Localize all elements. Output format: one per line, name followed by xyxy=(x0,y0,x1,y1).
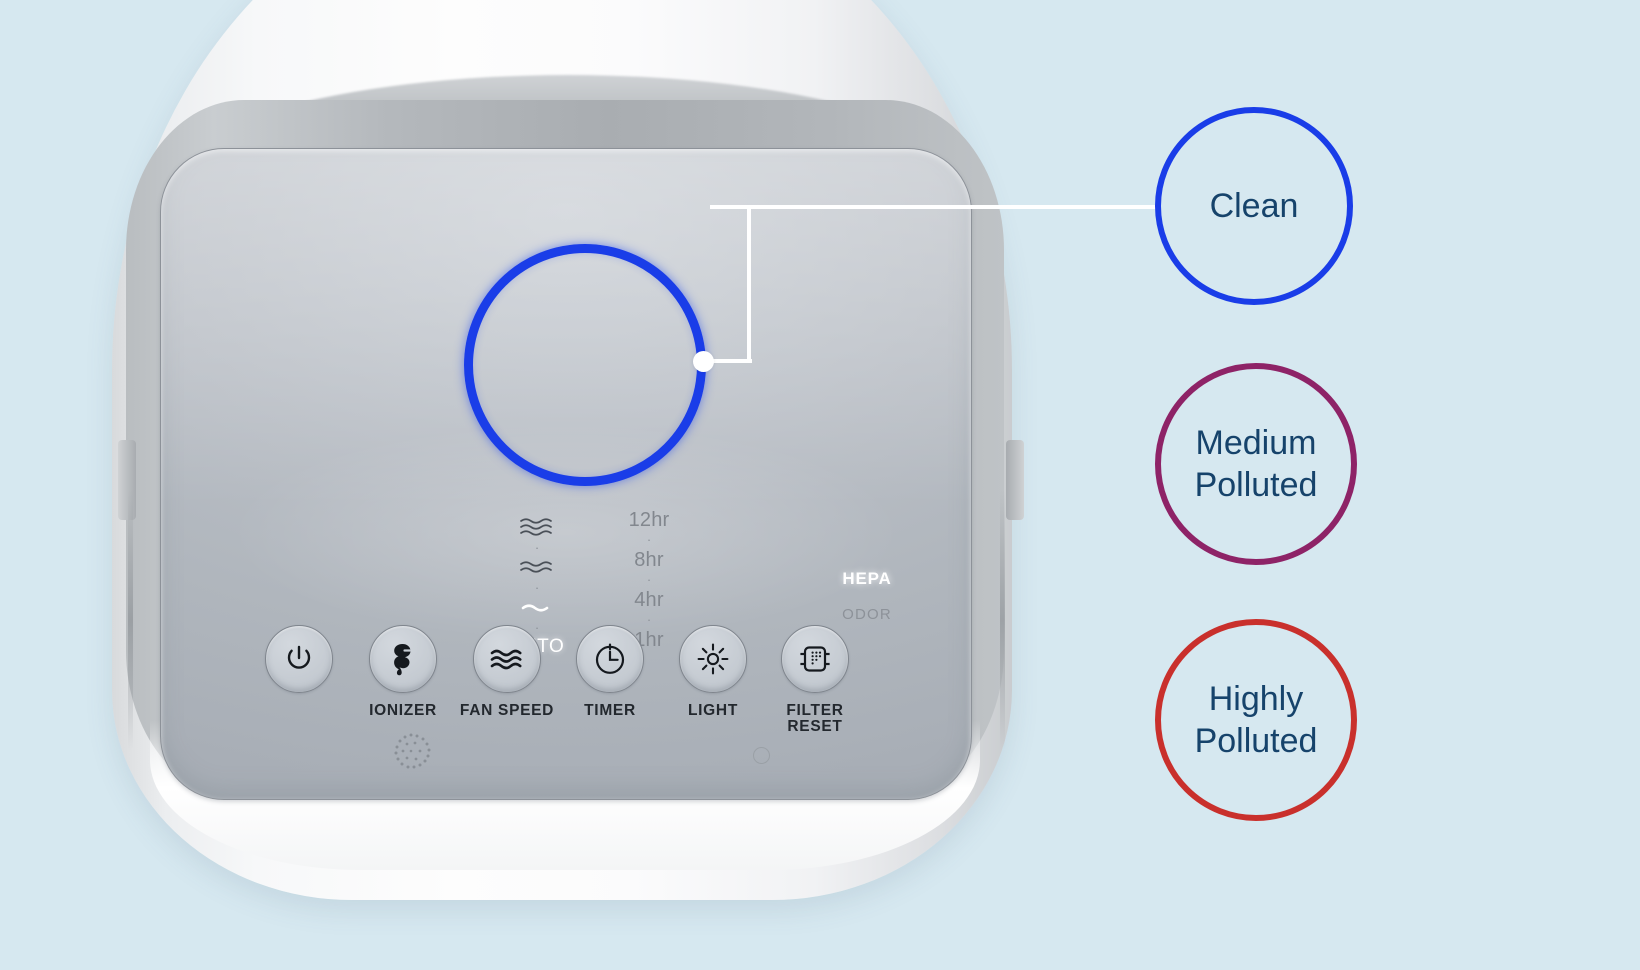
device-side-notch-right xyxy=(1006,440,1024,520)
callout-clean[interactable]: Clean xyxy=(1155,107,1353,305)
callout-medium-polluted[interactable]: Medium Polluted xyxy=(1155,363,1357,565)
timer-separator-dot: · xyxy=(646,572,652,587)
odor-label: ODOR xyxy=(842,606,892,623)
filter-indicator: HEPA ODOR xyxy=(813,569,921,623)
callout-leader-horizontal xyxy=(710,205,1160,209)
device-side-notch-left xyxy=(118,440,136,520)
callout-medium-polluted-label: Medium Polluted xyxy=(1194,424,1318,504)
callout-clean-label: Clean xyxy=(1209,187,1299,225)
filter-reset-button[interactable] xyxy=(781,625,849,693)
fan-level-medium xyxy=(491,554,583,580)
fan-separator-dot: · xyxy=(534,579,540,595)
sun-icon xyxy=(696,642,730,676)
control-panel: · · · AUTO 12hr·8hr·4hr·1hr xyxy=(160,148,972,800)
fan-level-high xyxy=(491,514,583,540)
device-side-seam-right xyxy=(1000,490,1005,750)
hepa-label: HEPA xyxy=(842,569,892,588)
timer-separator-dot: · xyxy=(646,532,652,547)
timer-step-12hr: 12hr xyxy=(628,509,670,531)
light-indicator xyxy=(731,747,791,764)
device-side-seam-left xyxy=(128,490,133,750)
power-button[interactable] xyxy=(265,625,333,693)
ionizer-button[interactable] xyxy=(369,625,437,693)
fan-level-low xyxy=(491,594,583,620)
fan-speed-button[interactable] xyxy=(473,625,541,693)
clock-icon xyxy=(593,642,627,676)
light-indicator-circle xyxy=(752,747,770,764)
fan-speed-waves-icon xyxy=(488,646,526,672)
air-quality-ring xyxy=(464,244,706,486)
timer-step-4hr: 4hr xyxy=(634,589,664,611)
filter-reset-button-label: FILTER RESET xyxy=(786,702,844,735)
power-icon xyxy=(282,642,316,676)
waves-single-icon xyxy=(521,604,549,612)
timer-step-8hr: 8hr xyxy=(634,549,664,571)
waves-double-icon xyxy=(520,561,552,573)
timer-button[interactable] xyxy=(576,625,644,693)
waves-triple-icon xyxy=(520,518,552,536)
ion-particles-icon xyxy=(394,733,431,769)
filter-icon xyxy=(798,643,832,675)
light-button[interactable] xyxy=(679,625,747,693)
callout-anchor-dot xyxy=(693,351,714,372)
callout-leader-vertical xyxy=(747,205,751,363)
ionizer-icon xyxy=(388,642,418,676)
callout-highly-polluted[interactable]: Highly Polluted xyxy=(1155,619,1357,821)
callout-highly-polluted-label: Highly Polluted xyxy=(1194,680,1318,760)
fan-separator-dot: · xyxy=(534,539,540,555)
ionizer-indicator xyxy=(383,729,443,777)
scene: · · · AUTO 12hr·8hr·4hr·1hr xyxy=(0,0,1640,970)
